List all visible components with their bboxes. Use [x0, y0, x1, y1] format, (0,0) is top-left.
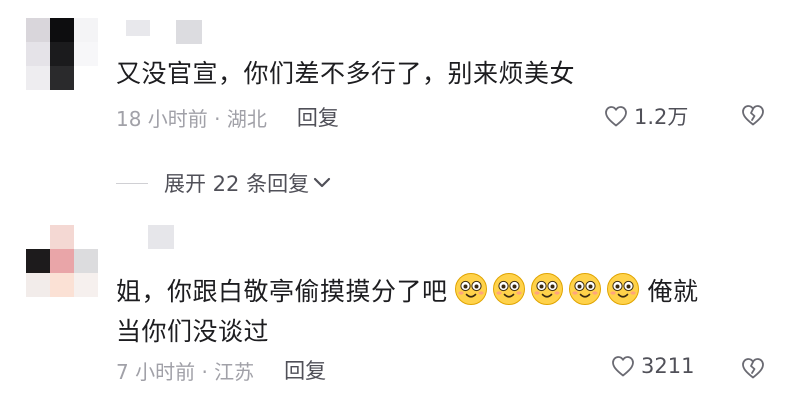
comment-item: 又没官宣，你们差不多行了，别来烦美女 18 小时前 · 湖北 回复 1.2万 展… [0, 0, 800, 196]
like-button[interactable]: 1.2万 [604, 101, 688, 131]
reply-button[interactable]: 回复 [297, 102, 339, 132]
comment-item: 姐，你跟白敬亭偷摸摸分了吧 俺就 当你们没谈过 7 小时前 · 江苏 回复 321… [0, 215, 800, 412]
like-count: 1.2万 [634, 105, 689, 129]
grinning-face-icon [606, 273, 639, 305]
comment-time-location: 7 小时前 · 江苏 [116, 359, 255, 384]
avatar[interactable] [26, 225, 98, 297]
comment-text: 又没官宣，你们差不多行了，别来烦美女 [116, 59, 576, 88]
broken-heart-icon [742, 105, 764, 126]
dislike-button[interactable] [740, 104, 766, 130]
comment-text-part: 姐，你跟白敬亭偷摸摸分了吧 [116, 277, 448, 306]
avatar[interactable] [26, 18, 98, 90]
expand-replies-label: 展开 22 条回复 [164, 172, 310, 196]
emoji-group [454, 272, 640, 306]
username[interactable] [148, 225, 174, 249]
comment-time-location: 18 小时前 · 湖北 [116, 106, 267, 131]
grinning-face-icon [568, 273, 601, 305]
dislike-button[interactable] [740, 357, 766, 383]
broken-heart-icon [742, 358, 764, 379]
reply-button[interactable]: 回复 [284, 355, 326, 385]
comment-meta: 7 小时前 · 江苏 回复 [116, 355, 326, 385]
comment-text-part: 俺就 [647, 277, 699, 306]
comment-text-part: 当你们没谈过 [116, 317, 270, 346]
grinning-face-icon [454, 273, 487, 305]
comment-text: 姐，你跟白敬亭偷摸摸分了吧 俺就 当你们没谈过 [116, 272, 766, 352]
heart-outline-icon [612, 356, 634, 377]
like-count: 3211 [641, 354, 695, 378]
chevron-down-icon [313, 177, 331, 188]
heart-outline-icon [605, 106, 627, 127]
comment-meta: 18 小时前 · 湖北 回复 [116, 102, 339, 132]
grinning-face-icon [492, 273, 525, 305]
username[interactable] [126, 20, 202, 44]
expand-replies-button[interactable]: 展开 22 条回复 [116, 168, 331, 198]
grinning-face-icon [530, 273, 563, 305]
like-button[interactable]: 3211 [611, 354, 694, 378]
divider-line [116, 182, 148, 184]
